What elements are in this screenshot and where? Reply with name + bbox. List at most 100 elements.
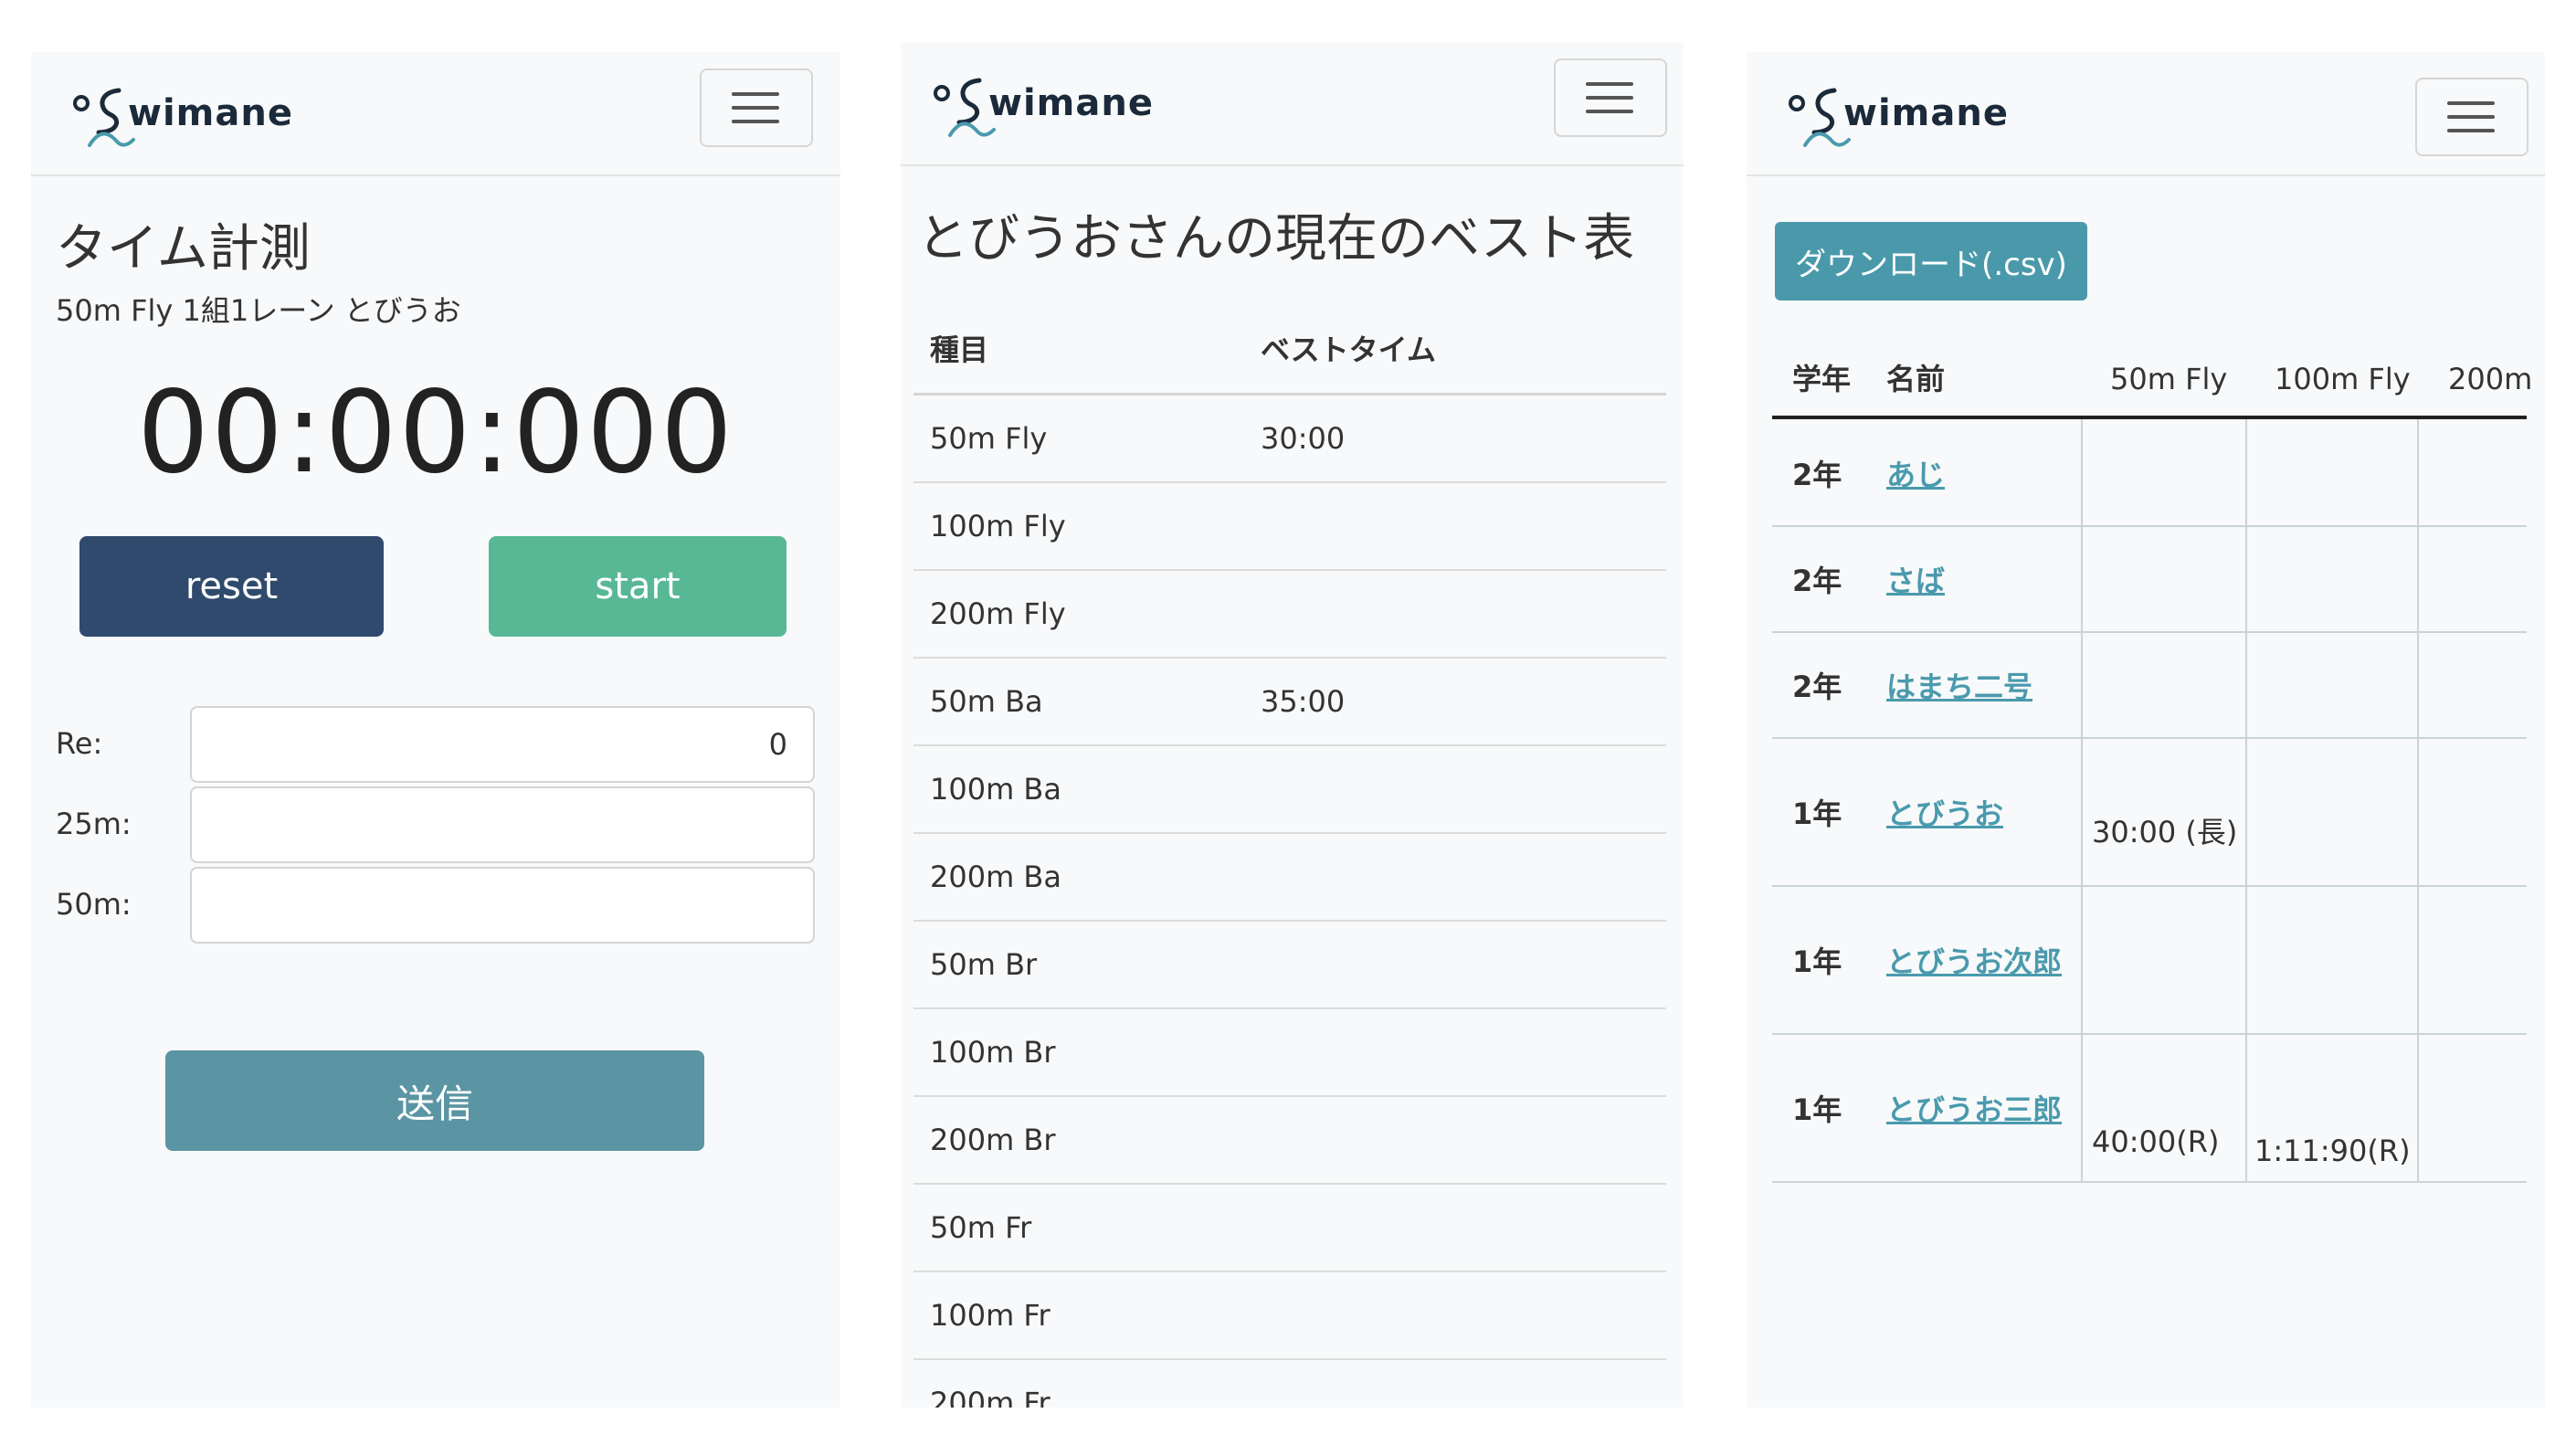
table-row: 50m Ba 35:00 [913, 659, 1666, 746]
brand-name: wimane [988, 82, 1154, 124]
table-row: 200m Fr [913, 1360, 1666, 1408]
time-50m-fly: 30:00 (長) [2092, 815, 2238, 849]
hamburger-icon-bar [1586, 110, 1633, 113]
event-name: 200m Fr [930, 1386, 1050, 1408]
event-name: 200m Br [930, 1123, 1056, 1157]
table-row: 2年 あじ [1772, 419, 2527, 527]
menu-toggle-button[interactable] [700, 69, 813, 147]
navbar: wimane [1747, 52, 2545, 176]
column-divider [2417, 631, 2419, 737]
event-name: 100m Fly [930, 509, 1066, 543]
swimmer-name-link[interactable]: とびうお三郎 [1886, 1087, 2062, 1129]
grade-cell: 2年 [1792, 564, 1842, 598]
split-50m-label: 50m: [56, 887, 132, 922]
grade-cell: 2年 [1792, 670, 1842, 704]
best-times-table: 種目 ベストタイム 50m Fly 30:00 100m Fly 200m Fly 50… [913, 307, 1666, 1408]
start-button[interactable]: start [489, 536, 787, 637]
column-divider [2417, 737, 2419, 885]
event-name: 50m Fly [930, 421, 1048, 456]
table-row: 2年 はまち二号 [1772, 631, 2527, 739]
column-header-best-time: ベストタイム [1261, 332, 1437, 367]
grade-cell: 1年 [1792, 796, 1842, 831]
column-divider [2081, 631, 2083, 737]
grade-cell: 1年 [1792, 944, 1842, 979]
column-divider [2245, 419, 2247, 525]
download-csv-button[interactable]: ダウンロード(.csv) [1775, 222, 2087, 301]
swimmer-name-link[interactable]: さば [1886, 558, 1945, 600]
best-time: 35:00 [1261, 684, 1346, 719]
table-row: 100m Fly [913, 483, 1666, 571]
team-records-screen: wimane ダウンロード(.csv) 学年 名前 50m Fly 100m F… [1747, 52, 2545, 1408]
navbar: wimane [31, 52, 840, 176]
hamburger-icon [1586, 82, 1633, 86]
table-row: 100m Br [913, 1009, 1666, 1097]
table-row: 200m Ba [913, 834, 1666, 922]
split-25m-label: 25m: [56, 807, 132, 841]
column-header-200m: 200m [2448, 362, 2533, 396]
hamburger-icon [2447, 101, 2495, 105]
table-row: 200m Br [913, 1097, 1666, 1185]
swimmer-name-link[interactable]: あじ [1886, 452, 1945, 494]
event-name: 100m Br [930, 1035, 1056, 1070]
navbar: wimane [901, 42, 1684, 166]
hamburger-icon-bar [1586, 96, 1633, 100]
split-50m-input[interactable] [190, 867, 815, 944]
column-divider [2417, 1033, 2419, 1181]
time-measure-screen: wimane タイム計測 50m Fly 1組1レーン とびうお 00:00:0… [31, 52, 840, 1408]
time-100m-fly: 1:11:90(R) [2254, 1134, 2411, 1168]
event-name: 100m Fr [930, 1298, 1050, 1333]
column-header-grade: 学年 [1792, 362, 1852, 396]
column-divider [2245, 737, 2247, 885]
event-name: 200m Ba [930, 860, 1061, 894]
hamburger-icon [732, 92, 779, 96]
table-header: 種目 ベストタイム [913, 307, 1666, 396]
submit-button[interactable]: 送信 [165, 1050, 704, 1151]
hamburger-icon-bar [2447, 129, 2495, 132]
table-row: 1年 とびうお次郎 [1772, 885, 2527, 1035]
column-divider [2245, 1033, 2247, 1181]
column-divider [2081, 1033, 2083, 1181]
column-divider [2081, 419, 2083, 525]
hamburger-icon-bar [732, 120, 779, 123]
column-divider [2245, 631, 2247, 737]
split-25m-input[interactable] [190, 786, 815, 863]
logo-swimmer-icon [934, 78, 996, 137]
table-row: 1年 とびうお三郎 40:00(R) 1:11:90(R) [1772, 1033, 2527, 1183]
column-divider [2081, 885, 2083, 1033]
best-time: 30:00 [1261, 421, 1346, 456]
app-logo[interactable]: wimane [71, 72, 292, 154]
grade-cell: 1年 [1792, 1092, 1842, 1127]
column-divider [2081, 525, 2083, 631]
table-row: 1年 とびうお 30:00 (長) [1772, 737, 2527, 887]
reaction-input[interactable]: 0 [190, 706, 815, 783]
menu-toggle-button[interactable] [2415, 78, 2528, 156]
table-row: 50m Fr [913, 1185, 1666, 1272]
page-title: タイム計測 [56, 219, 311, 279]
logo-swimmer-icon [1789, 88, 1851, 147]
swimmer-name-link[interactable]: はまち二号 [1886, 664, 2032, 706]
app-logo[interactable]: wimane [1787, 72, 2008, 154]
logo-swimmer-icon [73, 88, 135, 147]
reset-button[interactable]: reset [79, 536, 384, 637]
stopwatch-display: 00:00:000 [137, 367, 734, 499]
column-divider [2245, 885, 2247, 1033]
table-row: 200m Fly [913, 571, 1666, 659]
column-header-event: 種目 [930, 332, 989, 367]
reaction-label: Re: [56, 726, 103, 761]
column-header-100m-fly: 100m Fly [2275, 362, 2411, 396]
time-50m-fly: 40:00(R) [2092, 1124, 2220, 1159]
menu-toggle-button[interactable] [1554, 58, 1667, 137]
brand-name: wimane [1843, 92, 2009, 134]
column-header-50m-fly: 50m Fly [2110, 362, 2228, 396]
column-divider [2081, 737, 2083, 885]
event-name: 50m Br [930, 947, 1038, 982]
grade-cell: 2年 [1792, 458, 1842, 492]
hamburger-icon-bar [732, 106, 779, 110]
table-row: 50m Br [913, 922, 1666, 1009]
app-logo[interactable]: wimane [932, 62, 1153, 144]
table-row: 2年 さば [1772, 525, 2527, 633]
swimmer-name-link[interactable]: とびうお [1886, 791, 2003, 833]
swimmer-name-link[interactable]: とびうお次郎 [1886, 939, 2062, 981]
column-divider [2417, 419, 2419, 525]
brand-name: wimane [128, 92, 293, 134]
